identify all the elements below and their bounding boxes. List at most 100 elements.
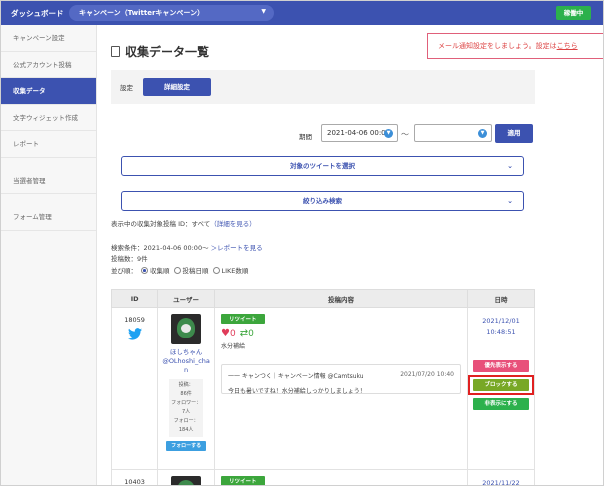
page-title-text: 収集データ一覧 <box>125 45 210 59</box>
post-text: 水分補給 <box>220 343 245 350</box>
sidebar-item-text-widget[interactable]: 文字ウィジェット作成 <box>1 105 96 131</box>
target-tweet-label: 対象のツイートを選択 <box>290 162 355 170</box>
priority-display-button[interactable]: 優先表示する <box>472 360 529 372</box>
retweet-icon: ⇄ <box>239 328 249 339</box>
target-tweet-accordion[interactable]: 対象のツイートを選択 ⌄ <box>121 156 524 176</box>
filter-search-accordion[interactable]: 絞り込み検索 ⌄ <box>121 191 524 211</box>
post-id: 18059 <box>124 316 145 324</box>
user-handle-wrap: n <box>184 366 189 374</box>
post-id: 10403 <box>124 478 145 486</box>
table-row: 18059 ほしちゃん @OLhoshi_cha n 投稿： 86件 フォロワー… <box>110 307 536 470</box>
retweet-count: 0 <box>248 329 254 339</box>
sidebar-divider <box>1 194 96 204</box>
twitter-bird-icon <box>127 328 142 340</box>
sort-radio-post-date[interactable] <box>173 267 181 274</box>
chevron-down-icon: ⌄ <box>507 162 513 170</box>
stat-followers-value: 7人 <box>182 409 191 415</box>
report-link[interactable]: ＞レポートを見る <box>211 244 263 252</box>
sidebar-item-official-posts[interactable]: 公式アカウント投稿 <box>1 52 96 78</box>
settings-label: 設定 <box>120 84 133 92</box>
cell-content: リツイート <box>213 469 468 485</box>
sidebar-item-collected-data[interactable]: 収集データ <box>1 78 96 105</box>
document-icon <box>111 46 120 57</box>
campaign-select[interactable]: キャンペーン（Twitterキャンペーン） ▼ <box>69 5 274 21</box>
period-start-input[interactable]: 2021-04-06 00:00 ▼ <box>321 124 398 142</box>
highlight-box: ブロックする <box>467 375 534 395</box>
target-info: 表示中の収集対象投稿 ID：すべて（詳細を見る） <box>111 218 256 228</box>
detail-settings-button[interactable]: 詳細設定 <box>143 78 211 96</box>
cell-user <box>157 469 215 485</box>
chevron-down-icon: ⌄ <box>507 197 513 205</box>
column-header-content: 投稿内容 <box>213 289 468 308</box>
notice-text: メール通知設定をしましょう。設定は <box>438 42 557 50</box>
cell-user: ほしちゃん @OLhoshi_cha n 投稿： 86件 フォロワー： 7人 フ… <box>157 307 215 470</box>
column-header-date: 日時 <box>466 289 536 308</box>
cell-id: 18059 <box>110 307 159 470</box>
user-handle: @OLhoshi_cha <box>162 357 210 365</box>
sidebar-item-winners[interactable]: 当選者管理 <box>1 168 96 194</box>
stat-followers-label: フォロワー： <box>171 400 202 406</box>
cell-date: 2021/11/22 <box>466 469 536 485</box>
post-date-link[interactable]: 2021/12/01 10:48:51 <box>468 316 534 338</box>
search-condition-text: 検索条件：2021-04-06 00:00〜 <box>111 244 209 252</box>
sort-options: 並び順： 収集順 投稿日順 LIKE数順 <box>111 265 248 275</box>
post-count: 投稿数：9件 <box>111 255 148 263</box>
column-header-user: ユーザー <box>157 289 215 308</box>
heart-icon: ♥ <box>220 328 230 339</box>
quote-header: 一一 キャンつく｜キャンペーン情報 @Camtsuku <box>227 373 364 380</box>
chevron-down-icon: ▼ <box>478 129 487 138</box>
period-separator: 〜 <box>401 130 409 139</box>
cell-content: リツイート ♥0 ⇄0 水分補給 一一 キャンつく｜キャンペーン情報 @Camts… <box>213 307 468 470</box>
apply-button[interactable]: 適用 <box>495 124 533 143</box>
sidebar-divider <box>1 158 96 168</box>
sort-option-label: 収集順 <box>150 267 170 275</box>
sidebar: キャンペーン設定 公式アカウント投稿 収集データ 文字ウィジェット作成 レポート… <box>1 25 97 485</box>
filter-search-label: 絞り込み検索 <box>303 197 342 205</box>
period-start-value: 2021-04-06 00:00 <box>327 129 391 137</box>
app-frame: ダッシュボード キャンペーン（Twitterキャンペーン） ▼ 稼働中 キャンペ… <box>0 0 604 486</box>
settings-panel: 設定 詳細設定 <box>111 70 535 104</box>
user-profile-link[interactable]: ほしちゃん @OLhoshi_cha n <box>158 348 214 375</box>
target-info-text: 表示中の収集対象投稿 ID：すべて <box>111 220 211 228</box>
sidebar-item-forms[interactable]: フォーム管理 <box>1 204 96 231</box>
avatar[interactable] <box>171 476 202 485</box>
period-label: 期間 <box>299 133 312 141</box>
page-title: 収集データ一覧 <box>111 43 209 60</box>
target-detail-link[interactable]: （詳細を見る） <box>210 220 256 228</box>
sort-radio-collected[interactable] <box>141 267 148 274</box>
column-header-id: ID <box>110 289 159 308</box>
stat-follow-label: フォロー： <box>173 418 199 424</box>
notice-link[interactable]: こちら <box>557 42 578 50</box>
sidebar-item-campaign-settings[interactable]: キャンペーン設定 <box>1 25 96 52</box>
post-date[interactable]: 2021/11/22 <box>468 478 534 485</box>
campaign-select-label: キャンペーン（Twitterキャンペーン） <box>79 9 205 17</box>
sort-radio-likes[interactable] <box>212 267 220 274</box>
hide-button[interactable]: 非表示にする <box>472 398 529 410</box>
stat-posts-value: 86件 <box>180 391 192 397</box>
avatar-leaf <box>177 480 196 485</box>
chevron-down-icon: ▼ <box>384 129 393 138</box>
quoted-tweet[interactable]: 一一 キャンつく｜キャンペーン情報 @Camtsuku 2021/07/20 1… <box>220 364 461 395</box>
cell-id: 10403 <box>110 469 159 486</box>
top-bar: ダッシュボード キャンペーン（Twitterキャンペーン） ▼ 稼働中 <box>1 1 603 25</box>
table-header-row: ID ユーザー 投稿内容 日時 <box>110 289 536 308</box>
block-button[interactable]: ブロックする <box>472 379 529 391</box>
user-name: ほしちゃん <box>169 348 203 356</box>
table-row: 10403 リツイート 2021/11/22 <box>110 469 536 486</box>
posts-table: ID ユーザー 投稿内容 日時 18059 ほしちゃん @OLhoshi_cha… <box>110 289 536 486</box>
stat-posts-label: 投稿： <box>178 382 194 388</box>
user-stats: 投稿： 86件 フォロワー： 7人 フォロー： 184人 <box>169 379 204 437</box>
status-badge[interactable]: 稼働中 <box>556 6 591 20</box>
sort-option-label: 投稿日順 <box>182 267 209 275</box>
retweet-badge: リツイート <box>220 314 265 324</box>
period-end-input[interactable]: ▼ <box>414 124 492 142</box>
dashboard-link[interactable]: ダッシュボード <box>11 8 64 19</box>
retweet-badge: リツイート <box>220 476 265 485</box>
follow-button[interactable]: フォローする <box>166 441 207 451</box>
avatar[interactable] <box>171 314 202 344</box>
sort-option-label: LIKE数順 <box>221 267 249 275</box>
sidebar-item-report[interactable]: レポート <box>1 131 96 158</box>
search-condition: 検索条件：2021-04-06 00:00〜 ＞レポートを見る <box>111 242 263 252</box>
post-time: 10:48:51 <box>486 328 516 336</box>
notification-banner: メール通知設定をしましょう。設定はこちら <box>427 33 603 59</box>
